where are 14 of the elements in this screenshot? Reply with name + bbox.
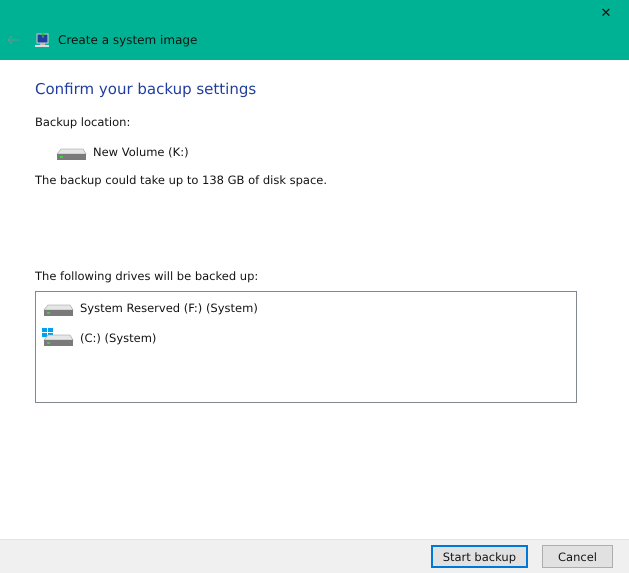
drive-name: (C:) (System) [80, 331, 156, 345]
drives-list-label: The following drives will be backed up: [35, 269, 260, 283]
backup-location-label: Backup location: [35, 115, 132, 129]
cancel-button[interactable]: Cancel [542, 545, 613, 568]
computer-icon [34, 32, 50, 48]
page-heading: Confirm your backup settings [35, 80, 258, 98]
back-arrow-icon[interactable] [6, 35, 20, 45]
drive-name: New Volume (K:) [93, 145, 189, 159]
disk-space-note: The backup could take up to 138 GB of disk space. [35, 173, 328, 187]
windows-drive-icon [42, 328, 74, 348]
drive-name: System Reserved (F:) (System) [80, 301, 258, 315]
window-title: Create a system image [58, 33, 198, 47]
start-backup-button[interactable]: Start backup [430, 545, 528, 568]
close-button[interactable]: ✕ [583, 0, 629, 25]
